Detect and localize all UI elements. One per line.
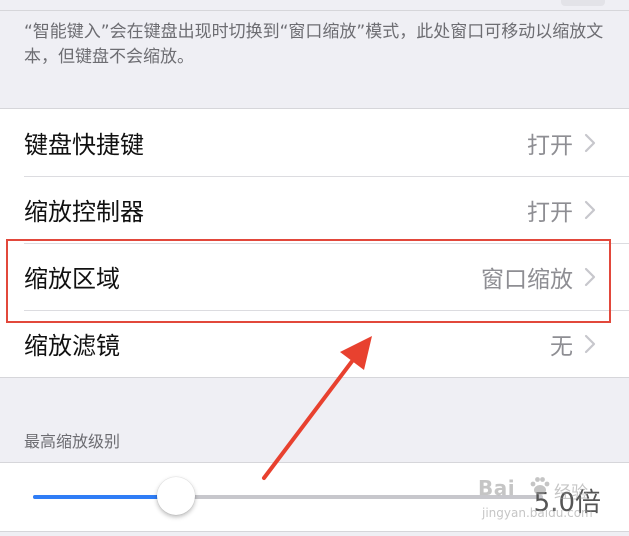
watermark-url: jingyan.baidu.com [482,506,593,520]
slider-fill [33,495,176,499]
smart-typing-footer: “智能键入”会在键盘出现时切换到“窗口缩放”模式，此处窗口可移动以缩放文本，但键… [24,22,604,67]
watermark-brand: Bai [478,476,516,500]
chevron-right-icon [583,265,605,289]
row-label: 缩放滤镜 [24,332,120,360]
row-keyboard-shortcuts[interactable]: 键盘快捷键 打开 [0,109,629,176]
row-zoom-controller[interactable]: 缩放控制器 打开 [0,176,629,243]
top-edge [0,0,629,11]
row-label: 缩放控制器 [24,198,144,226]
watermark-brand-suffix: 经验 [554,483,588,503]
baidu-paw-icon [528,474,552,498]
slider-thumb[interactable] [156,477,195,515]
row-zoom-region[interactable]: 缩放区域 窗口缩放 [0,243,629,310]
row-label: 缩放区域 [24,265,120,293]
row-value: 打开 [527,132,573,159]
max-zoom-header: 最高缩放级别 [24,432,121,451]
top-control-edge [561,0,605,6]
chevron-right-icon [583,198,605,222]
row-value: 窗口缩放 [481,266,573,293]
row-zoom-filter[interactable]: 缩放滤镜 无 [0,310,629,377]
chevron-right-icon [583,131,605,155]
row-value: 无 [550,333,573,360]
zoom-settings-group: 键盘快捷键 打开 缩放控制器 打开 缩放区域 窗口缩放 缩放滤镜 无 [0,108,629,378]
row-value: 打开 [527,199,573,226]
baidu-watermark: Bai 经验 jingyan.baidu.com [478,476,608,526]
row-label: 键盘快捷键 [24,131,144,159]
chevron-right-icon [583,332,605,356]
